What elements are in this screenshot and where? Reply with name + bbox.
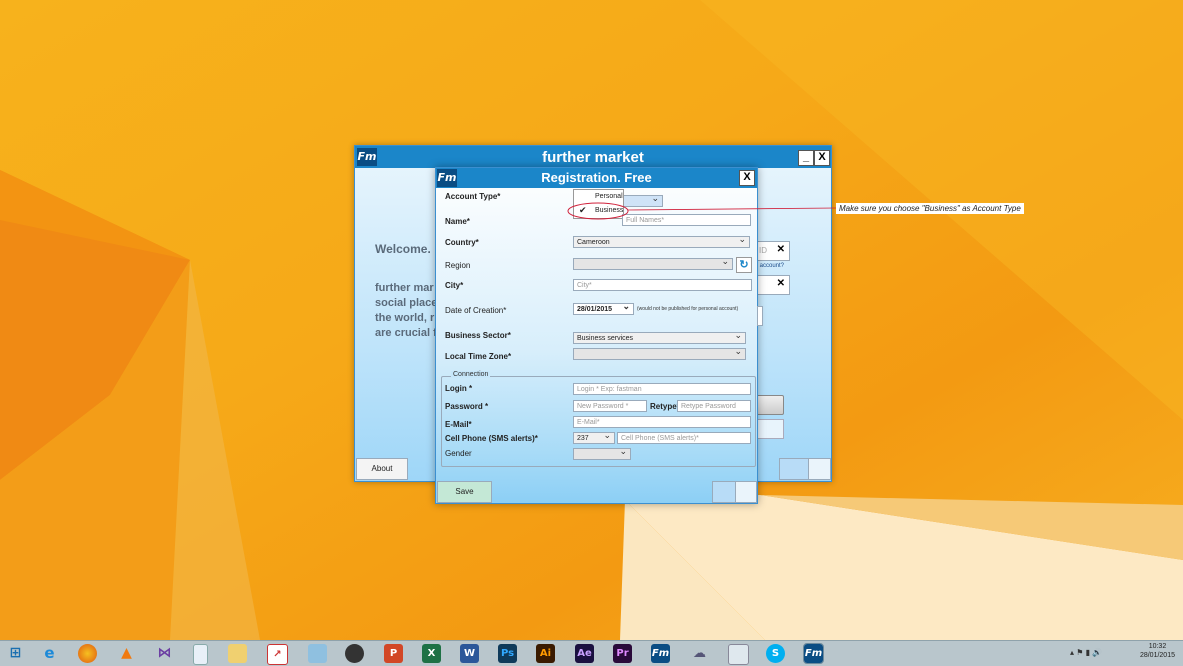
notepad-icon[interactable] <box>193 644 208 665</box>
tray-icons[interactable]: ▴ ⚑ ▮ 🔊 <box>1070 648 1102 657</box>
clock-date: 28/01/2015 <box>1139 652 1175 659</box>
premiere-icon[interactable]: Pr <box>613 644 632 663</box>
clock-time: 10:32 <box>1148 643 1167 650</box>
illustrator-icon[interactable]: Ai <box>536 644 555 663</box>
task-manager-icon[interactable]: ↗ <box>267 644 288 665</box>
visual-studio-icon[interactable]: ⋈ <box>155 644 174 663</box>
after-effects-icon[interactable]: Ae <box>575 644 594 663</box>
skype-icon[interactable]: S <box>766 644 785 663</box>
powerpoint-icon[interactable]: P <box>384 644 403 663</box>
annotation-overlay <box>567 202 837 220</box>
firefox-icon[interactable] <box>78 644 97 663</box>
clock[interactable]: 10:32 28/01/2015 <box>1140 642 1175 660</box>
further-market-active-icon[interactable]: Fm <box>803 643 824 664</box>
network-icon[interactable]: ☁ <box>690 644 709 663</box>
app-icon[interactable] <box>308 644 327 663</box>
photoshop-icon[interactable]: Ps <box>498 644 517 663</box>
vlc-icon[interactable]: ▲ <box>117 644 136 663</box>
remote-icon[interactable] <box>728 644 749 665</box>
windows-logo-icon[interactable]: ⊞ <box>6 644 25 663</box>
internet-explorer-icon[interactable]: e <box>40 644 59 663</box>
excel-icon[interactable]: X <box>422 644 441 663</box>
word-icon[interactable]: W <box>460 644 479 663</box>
camera-icon[interactable] <box>345 644 364 663</box>
further-market-icon[interactable]: Fm <box>651 644 670 663</box>
file-explorer-icon[interactable] <box>228 644 247 663</box>
annotation-note: Make sure you choose "Business" as Accou… <box>836 203 1024 214</box>
desktop-background: Fm further market _ X Welcome. further m… <box>0 0 1183 640</box>
taskbar: ⊞ e ▲ ⋈ ↗ P X W Ps Ai Ae Pr Fm ☁ S Fm ▴ … <box>0 640 1183 666</box>
